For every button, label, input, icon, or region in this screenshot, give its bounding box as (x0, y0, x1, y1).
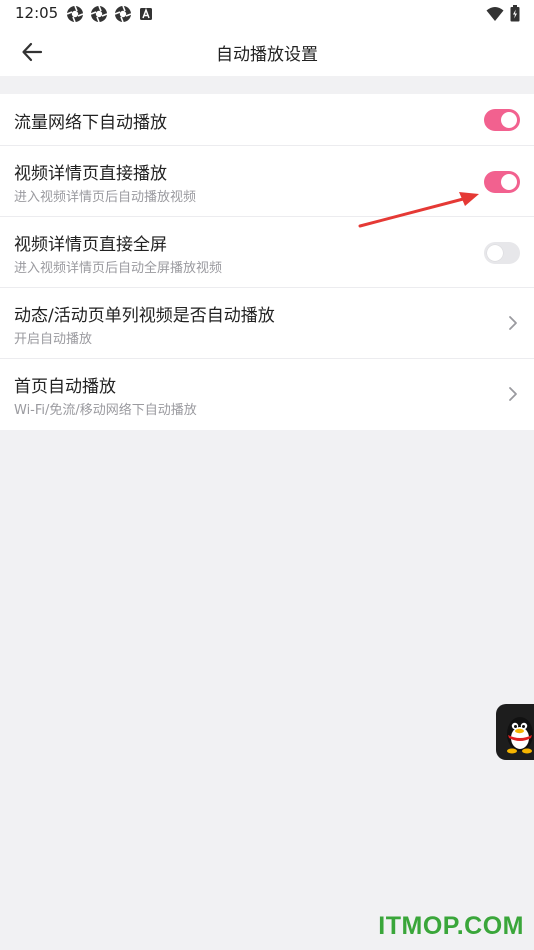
page-title: 自动播放设置 (216, 45, 318, 65)
setting-title: 视频详情页直接全屏 (14, 235, 167, 255)
toolbar: 自动播放设置 (0, 28, 534, 76)
setting-title: 流量网络下自动播放 (14, 113, 167, 133)
watermark-text: ITMOP.COM (378, 912, 524, 940)
setting-subtitle: 进入视频详情页后自动全屏播放视频 (14, 261, 223, 276)
chevron-right-icon (509, 387, 517, 401)
status-system-icons (486, 5, 520, 22)
detail-fullscreen-toggle[interactable] (484, 242, 520, 264)
setting-subtitle: 进入视频详情页后自动播放视频 (14, 190, 197, 205)
toggle-knob (501, 112, 517, 128)
setting-subtitle: 开启自动播放 (14, 332, 93, 347)
setting-row-home-autoplay[interactable]: 首页自动播放 Wi-Fi/免流/移动网络下自动播放 (0, 359, 534, 430)
chevron-right-icon (509, 316, 517, 330)
aperture-icon (114, 5, 132, 23)
a-badge-icon (140, 7, 152, 20)
aperture-icon (66, 5, 84, 23)
setting-subtitle: Wi-Fi/免流/移动网络下自动播放 (14, 403, 197, 418)
wifi-icon (486, 6, 504, 21)
setting-row-feed-autoplay[interactable]: 动态/活动页单列视频是否自动播放 开启自动播放 (0, 288, 534, 359)
setting-row-cellular-autoplay: 流量网络下自动播放 (0, 94, 534, 146)
qq-float-button[interactable] (496, 704, 534, 760)
aperture-icon (90, 5, 108, 23)
setting-title: 动态/活动页单列视频是否自动播放 (14, 306, 275, 326)
annotation-arrow-icon (358, 192, 479, 228)
toggle-knob (487, 245, 503, 261)
settings-list: 流量网络下自动播放 视频详情页直接播放 进入视频详情页后自动播放视频 视频详情页… (0, 94, 534, 430)
status-notification-icons (66, 5, 154, 23)
qq-penguin-icon (507, 717, 533, 754)
toggle-knob (501, 174, 517, 190)
status-bar: 12:05 (0, 0, 534, 28)
setting-title: 视频详情页直接播放 (14, 164, 167, 184)
cellular-autoplay-toggle[interactable] (484, 109, 520, 131)
section-gap (0, 76, 534, 94)
setting-title: 首页自动播放 (14, 377, 116, 397)
status-time: 12:05 (15, 4, 59, 22)
detail-autoplay-toggle[interactable] (484, 171, 520, 193)
battery-icon (510, 5, 520, 22)
